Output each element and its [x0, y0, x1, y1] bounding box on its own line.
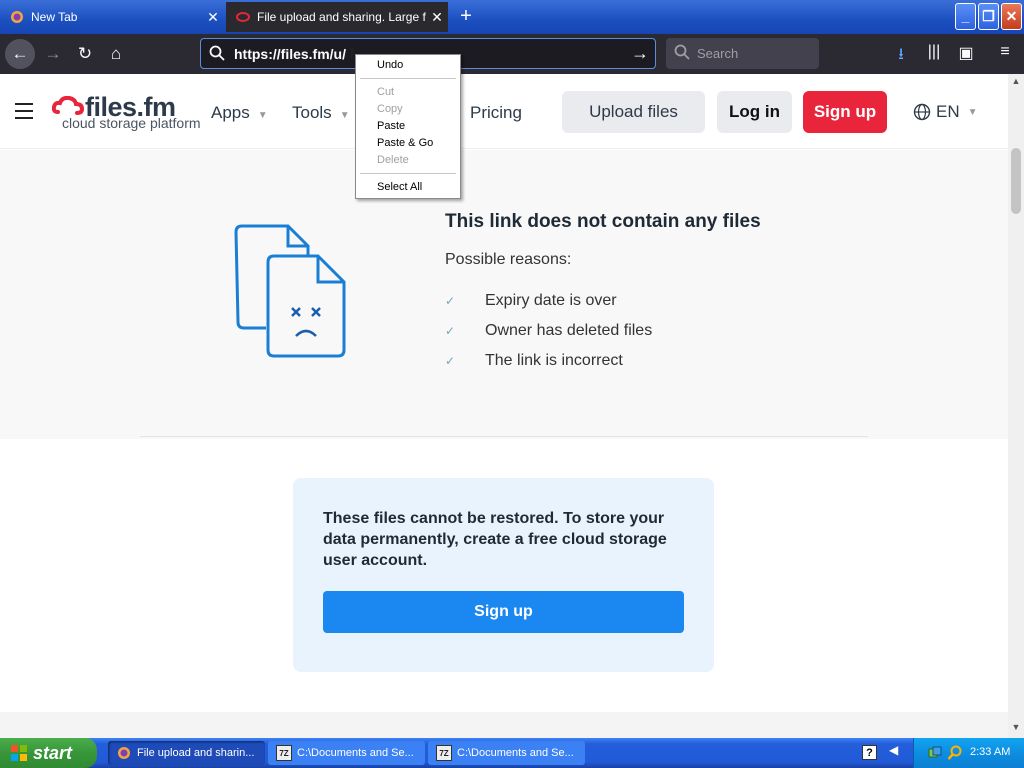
menu-item-cut[interactable]: Cut — [377, 86, 394, 98]
checkmark-icon: ✓ — [445, 324, 456, 338]
menu-item-delete[interactable]: Delete — [377, 154, 409, 166]
footer-strip — [0, 712, 1008, 738]
chevron-down-icon: ▼ — [967, 106, 978, 118]
windows-logo-icon — [11, 745, 27, 761]
forward-arrow-icon[interactable]: → — [38, 39, 68, 69]
start-label: start — [33, 742, 73, 763]
tab-files-fm[interactable]: File upload and sharing. Large file ✕ — [226, 2, 448, 32]
close-tab-icon[interactable]: ✕ — [202, 9, 224, 26]
log-in-button[interactable]: Log in — [717, 91, 792, 133]
taskbar-item-7zip-2[interactable]: 7Z C:\Documents and Se... — [428, 741, 585, 765]
sign-up-button[interactable]: Sign up — [323, 591, 684, 633]
nav-apps-label: Apps — [211, 103, 250, 122]
new-tab-plus-icon[interactable]: + — [454, 5, 478, 29]
reason-text: The link is incorrect — [485, 352, 623, 369]
firefox-icon — [10, 10, 24, 24]
upload-files-button[interactable]: Upload files — [562, 91, 705, 133]
tab-title: File upload and sharing. Large file — [257, 10, 426, 24]
taskbar-item-label: C:\Documents and Se... — [297, 747, 414, 759]
network-icon[interactable] — [927, 745, 943, 764]
reason-text: Expiry date is over — [485, 292, 617, 309]
checkmark-icon: ✓ — [445, 354, 456, 368]
scroll-down-arrow-icon[interactable]: ▼ — [1010, 722, 1022, 736]
page-scrollbar[interactable]: ▲ ▼ — [1008, 74, 1024, 738]
windows-taskbar: start File upload and sharin... 7Z C:\Do… — [0, 738, 1024, 768]
back-arrow-icon[interactable]: ← — [5, 39, 35, 69]
home-icon[interactable]: ⌂ — [101, 39, 131, 69]
sidebar-icon[interactable]: ▣ — [955, 43, 977, 65]
minimize-window-icon[interactable]: _ — [955, 3, 976, 30]
menu-item-undo[interactable]: Undo — [377, 59, 403, 71]
system-tray: 2:33 AM — [913, 738, 1024, 768]
files-fm-favicon-icon — [236, 10, 250, 24]
reason-item: ✓ Expiry date is over — [445, 292, 617, 310]
restore-notice-card: These files cannot be restored. To store… — [293, 478, 714, 672]
sign-up-header-button[interactable]: Sign up — [803, 91, 887, 133]
reason-item: ✓ Owner has deleted files — [445, 322, 652, 340]
globe-icon — [913, 103, 931, 121]
downloads-icon[interactable]: ⭳ — [890, 43, 912, 65]
section-divider — [140, 436, 868, 437]
go-arrow-icon[interactable]: → — [631, 43, 649, 64]
text-cursor-icon: I — [350, 45, 355, 62]
7zip-icon: 7Z — [276, 745, 292, 761]
7zip-icon: 7Z — [436, 745, 452, 761]
logo-tagline: cloud storage platform — [62, 115, 201, 131]
hamburger-menu-icon[interactable] — [15, 103, 33, 119]
language-selector[interactable]: EN ▼ — [913, 102, 978, 122]
help-icon[interactable]: ? — [862, 745, 877, 760]
site-header: files.fm cloud storage platform Apps ▼ To… — [0, 74, 1008, 149]
tab-title: New Tab — [31, 10, 78, 24]
restore-notice-text: These files cannot be restored. To store… — [323, 510, 667, 569]
taskbar-item-7zip-1[interactable]: 7Z C:\Documents and Se... — [268, 741, 425, 765]
taskbar-item-label: C:\Documents and Se... — [457, 747, 574, 759]
close-tab-icon[interactable]: ✕ — [426, 9, 448, 26]
nav-tools-label: Tools — [292, 103, 332, 122]
search-icon — [674, 44, 690, 65]
taskbar-item-label: File upload and sharin... — [137, 747, 255, 759]
search-placeholder: Search — [697, 46, 739, 61]
reason-item: ✓ The link is incorrect — [445, 352, 623, 370]
menu-item-paste-and-go[interactable]: Paste & Go — [377, 137, 433, 149]
tray-expand-icon[interactable]: ◀ — [889, 743, 898, 757]
web-page: files.fm cloud storage platform Apps ▼ To… — [0, 74, 1008, 738]
no-files-heading: This link does not contain any files — [445, 211, 761, 232]
nav-pricing-label: Pricing — [470, 103, 522, 122]
chevron-down-icon: ▼ — [339, 110, 350, 121]
navigation-toolbar: ← → ↻ ⌂ https://files.fm/u/ → Search ⭳ |… — [0, 34, 1024, 74]
search-tray-icon[interactable] — [947, 745, 963, 764]
context-menu: Undo Cut Copy Paste Paste & Go Delete Se… — [355, 54, 461, 199]
possible-reasons-label: Possible reasons: — [445, 251, 572, 268]
menu-separator — [360, 78, 456, 79]
url-text[interactable]: https://files.fm/u/ — [234, 46, 346, 62]
tab-new-tab[interactable]: New Tab ✕ — [0, 2, 224, 32]
scroll-up-arrow-icon[interactable]: ▲ — [1010, 76, 1022, 90]
menu-icon[interactable]: ≡ — [994, 43, 1016, 65]
reload-icon[interactable]: ↻ — [70, 39, 100, 69]
chevron-down-icon: ▼ — [257, 110, 268, 121]
menu-item-paste[interactable]: Paste — [377, 120, 405, 132]
taskbar-item-firefox[interactable]: File upload and sharin... — [108, 741, 265, 765]
restore-window-icon[interactable]: ❐ — [978, 3, 999, 30]
menu-separator — [360, 173, 456, 174]
reason-text: Owner has deleted files — [485, 322, 653, 339]
library-icon[interactable]: ||| — [923, 43, 945, 65]
nav-pricing[interactable]: Pricing — [470, 103, 522, 123]
language-label: EN — [936, 102, 960, 121]
firefox-icon — [116, 745, 132, 761]
close-window-icon[interactable]: ✕ — [1001, 3, 1022, 30]
scrollbar-thumb[interactable] — [1011, 148, 1021, 214]
menu-item-copy[interactable]: Copy — [377, 103, 403, 115]
nav-apps[interactable]: Apps ▼ — [211, 103, 268, 123]
browser-tab-bar: New Tab ✕ File upload and sharing. Large… — [0, 0, 1024, 34]
nav-tools[interactable]: Tools ▼ — [292, 103, 350, 123]
sad-files-illustration-icon — [234, 224, 346, 358]
start-button[interactable]: start — [0, 738, 97, 768]
menu-item-select-all[interactable]: Select All — [377, 181, 422, 193]
clock: 2:33 AM — [970, 746, 1011, 758]
search-bar[interactable]: Search — [666, 38, 819, 69]
search-icon — [209, 45, 225, 66]
checkmark-icon: ✓ — [445, 294, 456, 308]
